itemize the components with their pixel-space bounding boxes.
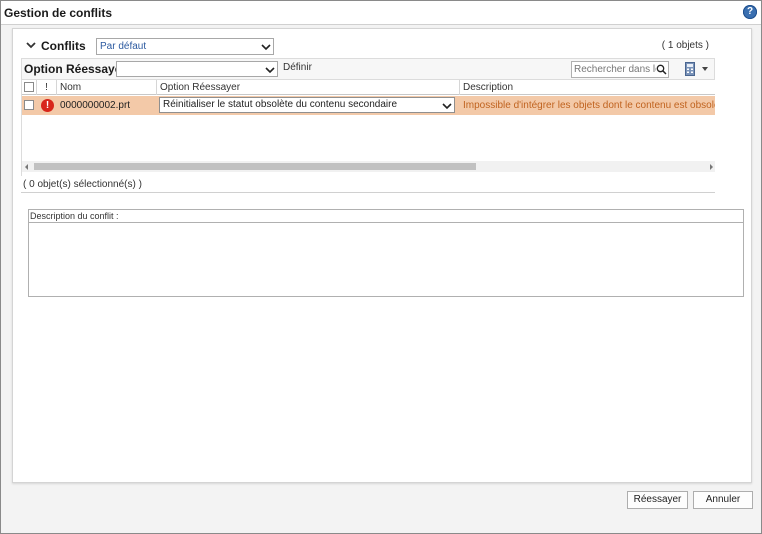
table-header: ! Nom Option Réessayer Description [22, 80, 715, 95]
search-input[interactable] [572, 62, 658, 77]
horizontal-scrollbar[interactable] [22, 161, 715, 172]
conflicts-table: ! Nom Option Réessayer Description ! 000… [21, 80, 715, 176]
table-search[interactable] [571, 61, 669, 78]
row-checkbox[interactable] [24, 100, 34, 110]
header-select-all-cell [22, 80, 37, 95]
window-title: Gestion de conflits [4, 6, 113, 20]
search-icon[interactable] [656, 64, 667, 75]
row-retry-option-select[interactable]: Réinitialiser le statut obsolète du cont… [159, 97, 455, 113]
table-row[interactable]: ! 0000000002.prt Réinitialiser le statut… [22, 96, 715, 115]
column-header-name[interactable]: Nom [57, 80, 157, 95]
calculator-icon[interactable] [685, 62, 695, 76]
help-icon[interactable]: ? [743, 5, 757, 19]
define-button[interactable]: Définir [283, 62, 312, 73]
conflicts-section-label: Conflits [41, 39, 86, 53]
scroll-left-icon[interactable] [25, 164, 28, 170]
title-bar: Gestion de conflits ? [1, 1, 761, 25]
view-select[interactable]: Par défaut [96, 38, 274, 55]
retry-option-label: Option Réessayer [24, 62, 127, 76]
conflict-description-box: Description du conflit : [28, 209, 744, 297]
error-icon: ! [41, 99, 54, 112]
row-name: 0000000002.prt [60, 100, 131, 111]
row-retry-option-value: Réinitialiser le statut obsolète du cont… [163, 99, 398, 110]
chevron-down-icon [265, 67, 275, 74]
conflict-management-window: Gestion de conflits ? Conflits Par défau… [0, 0, 762, 534]
actions-menu-caret[interactable] [702, 67, 708, 71]
column-header-description[interactable]: Description [460, 80, 715, 95]
retry-button[interactable]: Réessayer [627, 491, 688, 509]
scroll-right-icon[interactable] [710, 164, 713, 170]
selection-status: ( 0 objet(s) sélectionné(s) ) [21, 177, 715, 193]
conflicts-panel: Conflits Par défaut ( 1 objets ) Option … [12, 28, 752, 483]
retry-toolbar: Option Réessayer Définir [21, 58, 715, 80]
cancel-button[interactable]: Annuler [693, 491, 753, 509]
chevron-down-icon [442, 103, 452, 110]
row-description: Impossible d'intégrer les objets dont le… [463, 100, 715, 111]
object-count: ( 1 objets ) [661, 40, 709, 51]
column-header-retry-option[interactable]: Option Réessayer [157, 80, 460, 95]
column-header-severity[interactable]: ! [37, 80, 57, 95]
view-select-value: Par défaut [100, 41, 147, 52]
scrollbar-thumb[interactable] [34, 163, 476, 170]
conflict-description-label: Description du conflit : [29, 210, 743, 223]
retry-option-select[interactable] [116, 61, 278, 77]
chevron-down-icon [261, 44, 271, 51]
chevron-down-icon[interactable] [25, 39, 37, 51]
select-all-checkbox[interactable] [24, 82, 34, 92]
